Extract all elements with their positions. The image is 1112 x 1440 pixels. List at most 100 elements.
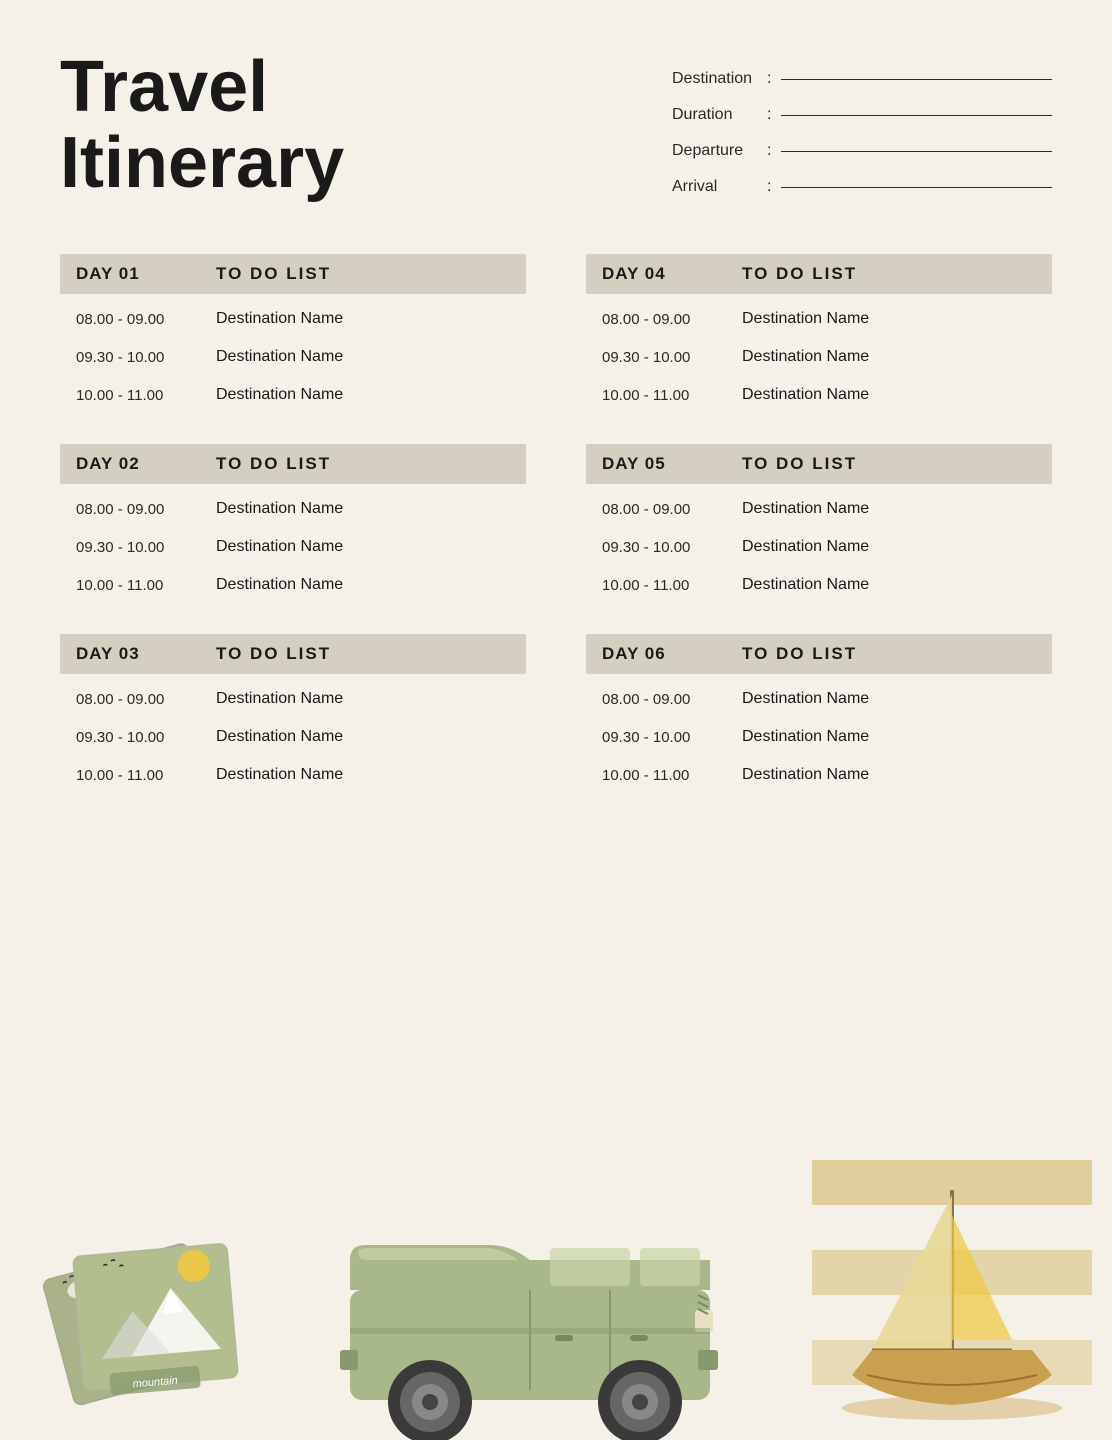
arrival-line [781, 187, 1052, 188]
day02-item-1: 08.00 - 09.00Destination Name [60, 490, 526, 528]
day06-destination-1: Destination Name [742, 690, 1036, 708]
day05-label: DAY 05 [602, 454, 742, 474]
day01-label: DAY 01 [76, 264, 216, 284]
duration-colon: : [767, 106, 771, 124]
day04-todo-label: TO DO LIST [742, 264, 1036, 284]
day01-item-1: 08.00 - 09.00Destination Name [60, 300, 526, 338]
day03-destination-1: Destination Name [216, 690, 510, 708]
day03-todo-label: TO DO LIST [216, 644, 510, 664]
day-block-day05: DAY 05TO DO LIST08.00 - 09.00Destination… [586, 444, 1052, 604]
day04-time-2: 09.30 - 10.00 [602, 349, 742, 366]
day-block-day04: DAY 04TO DO LIST08.00 - 09.00Destination… [586, 254, 1052, 414]
day04-item-1: 08.00 - 09.00Destination Name [586, 300, 1052, 338]
day01-destination-2: Destination Name [216, 348, 510, 366]
day02-time-1: 08.00 - 09.00 [76, 501, 216, 518]
duration-row: Duration : [672, 106, 1052, 124]
day04-time-3: 10.00 - 11.00 [602, 387, 742, 404]
day01-time-1: 08.00 - 09.00 [76, 311, 216, 328]
day05-item-2: 09.30 - 10.00Destination Name [586, 528, 1052, 566]
title-block: TravelItinerary [60, 50, 344, 201]
day06-time-1: 08.00 - 09.00 [602, 691, 742, 708]
day-block-day06: DAY 06TO DO LIST08.00 - 09.00Destination… [586, 634, 1052, 794]
day06-label: DAY 06 [602, 644, 742, 664]
day06-item-3: 10.00 - 11.00Destination Name [586, 756, 1052, 794]
day02-label: DAY 02 [76, 454, 216, 474]
day02-time-2: 09.30 - 10.00 [76, 539, 216, 556]
day-block-day02: DAY 02TO DO LIST08.00 - 09.00Destination… [60, 444, 526, 604]
day03-destination-3: Destination Name [216, 766, 510, 784]
day05-time-3: 10.00 - 11.00 [602, 577, 742, 594]
info-block: Destination : Duration : Departure : Arr… [672, 50, 1052, 214]
day04-item-3: 10.00 - 11.00Destination Name [586, 376, 1052, 414]
day01-item-2: 09.30 - 10.00Destination Name [60, 338, 526, 376]
departure-row: Departure : [672, 142, 1052, 160]
day01-destination-1: Destination Name [216, 310, 510, 328]
day01-item-3: 10.00 - 11.00Destination Name [60, 376, 526, 414]
day05-time-1: 08.00 - 09.00 [602, 501, 742, 518]
day03-item-1: 08.00 - 09.00Destination Name [60, 680, 526, 718]
departure-line [781, 151, 1052, 152]
sailboat-illustration [812, 1160, 1092, 1440]
day06-item-2: 09.30 - 10.00Destination Name [586, 718, 1052, 756]
day04-label: DAY 04 [602, 264, 742, 284]
day03-time-1: 08.00 - 09.00 [76, 691, 216, 708]
days-grid: DAY 01TO DO LIST08.00 - 09.00Destination… [60, 254, 1052, 824]
day01-destination-3: Destination Name [216, 386, 510, 404]
day03-time-3: 10.00 - 11.00 [76, 767, 216, 784]
destination-row: Destination : [672, 70, 1052, 88]
day-block-day03: DAY 03TO DO LIST08.00 - 09.00Destination… [60, 634, 526, 794]
day01-time-3: 10.00 - 11.00 [76, 387, 216, 404]
day05-destination-1: Destination Name [742, 500, 1036, 518]
day06-item-1: 08.00 - 09.00Destination Name [586, 680, 1052, 718]
departure-colon: : [767, 142, 771, 160]
departure-label: Departure [672, 142, 767, 160]
day02-todo-label: TO DO LIST [216, 454, 510, 474]
day03-time-2: 09.30 - 10.00 [76, 729, 216, 746]
day04-destination-3: Destination Name [742, 386, 1036, 404]
day04-time-1: 08.00 - 09.00 [602, 311, 742, 328]
day05-item-1: 08.00 - 09.00Destination Name [586, 490, 1052, 528]
arrival-colon: : [767, 178, 771, 196]
destination-line [781, 79, 1052, 80]
day01-time-2: 09.30 - 10.00 [76, 349, 216, 366]
day03-destination-2: Destination Name [216, 728, 510, 746]
duration-label: Duration [672, 106, 767, 124]
day02-item-2: 09.30 - 10.00Destination Name [60, 528, 526, 566]
day04-header: DAY 04TO DO LIST [586, 254, 1052, 294]
day03-item-2: 09.30 - 10.00Destination Name [60, 718, 526, 756]
duration-line [781, 115, 1052, 116]
main-title: TravelItinerary [60, 50, 344, 201]
arrival-label: Arrival [672, 178, 767, 196]
van-illustration [330, 1180, 750, 1440]
day02-header: DAY 02TO DO LIST [60, 444, 526, 484]
illustrations: mountain [0, 1140, 1112, 1440]
day06-destination-2: Destination Name [742, 728, 1036, 746]
day06-todo-label: TO DO LIST [742, 644, 1036, 664]
day04-item-2: 09.30 - 10.00Destination Name [586, 338, 1052, 376]
arrival-row: Arrival : [672, 178, 1052, 196]
day06-destination-3: Destination Name [742, 766, 1036, 784]
day06-header: DAY 06TO DO LIST [586, 634, 1052, 674]
page: TravelItinerary Destination : Duration :… [0, 0, 1112, 1440]
day06-time-2: 09.30 - 10.00 [602, 729, 742, 746]
day05-time-2: 09.30 - 10.00 [602, 539, 742, 556]
day02-destination-1: Destination Name [216, 500, 510, 518]
day04-destination-1: Destination Name [742, 310, 1036, 328]
day05-item-3: 10.00 - 11.00Destination Name [586, 566, 1052, 604]
day03-item-3: 10.00 - 11.00Destination Name [60, 756, 526, 794]
day03-label: DAY 03 [76, 644, 216, 664]
destination-colon: : [767, 70, 771, 88]
day02-time-3: 10.00 - 11.00 [76, 577, 216, 594]
day05-destination-2: Destination Name [742, 538, 1036, 556]
day04-destination-2: Destination Name [742, 348, 1036, 366]
day02-destination-3: Destination Name [216, 576, 510, 594]
destination-label: Destination [672, 70, 767, 88]
day01-todo-label: TO DO LIST [216, 264, 510, 284]
photo-cards-illustration: mountain [30, 1160, 290, 1440]
day05-todo-label: TO DO LIST [742, 454, 1036, 474]
day-block-day01: DAY 01TO DO LIST08.00 - 09.00Destination… [60, 254, 526, 414]
header: TravelItinerary Destination : Duration :… [60, 50, 1052, 214]
day02-item-3: 10.00 - 11.00Destination Name [60, 566, 526, 604]
day05-destination-3: Destination Name [742, 576, 1036, 594]
day01-header: DAY 01TO DO LIST [60, 254, 526, 294]
